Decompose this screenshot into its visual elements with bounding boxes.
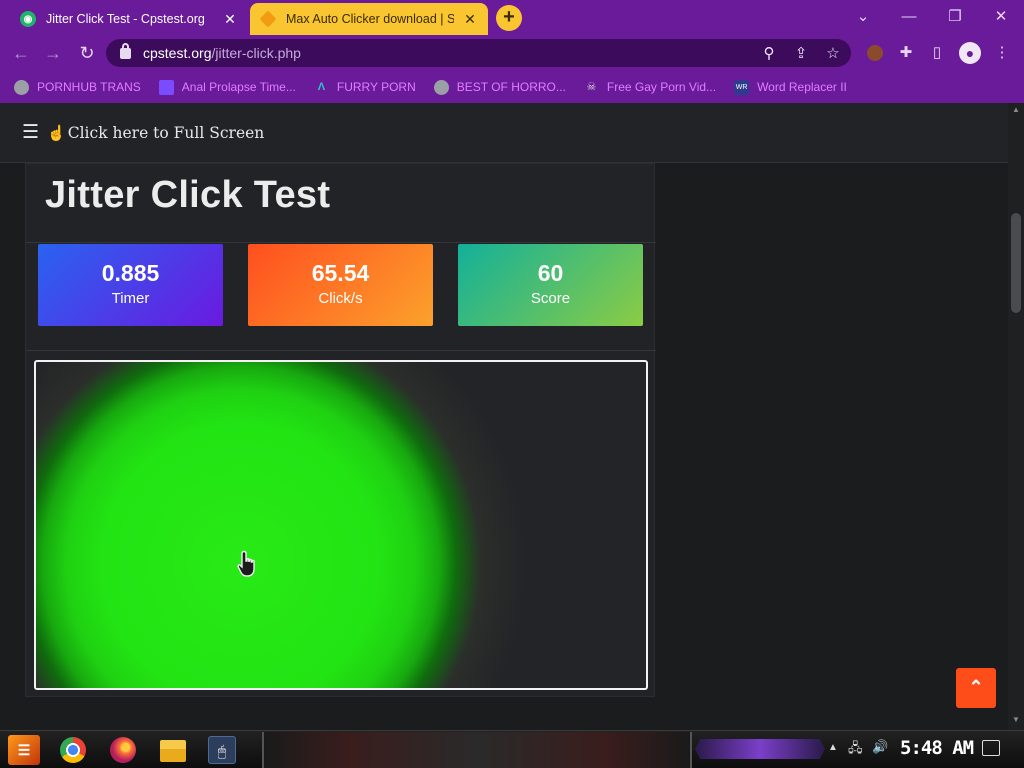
tab-strip: ◉ Jitter Click Test - Cpstest.org ✕ Max …	[0, 0, 1024, 35]
bookmark-label: PORNHUB TRANS	[37, 80, 141, 94]
timer-label: Timer	[111, 290, 150, 307]
timer-value: 0.885	[101, 260, 160, 286]
share-icon[interactable]: ⇪	[790, 43, 812, 65]
network-icon[interactable]: 🖧	[848, 739, 863, 761]
bookmarks-bar: PORNHUB TRANS Anal Prolapse Time... Λ FU…	[0, 71, 1024, 103]
bookmark-label: BEST OF HORRO...	[456, 80, 566, 94]
auto-clicker-taskbar-icon[interactable]: 🖱	[208, 736, 236, 764]
scroll-to-top-button[interactable]: ⌃	[956, 668, 996, 708]
cps-value: 65.54	[311, 260, 370, 286]
firefox-taskbar-icon[interactable]	[110, 737, 136, 763]
bookmark-item[interactable]: Anal Prolapse Time...	[158, 79, 296, 95]
bookmark-item[interactable]: WR Word Replacer II	[734, 79, 847, 95]
windows-taskbar: ☰ 🖱 ▲ 🖧 🔊 5:48 AM	[0, 730, 1024, 768]
test-card: Jitter Click Test 0.885 Timer 65.54 Clic…	[25, 163, 656, 697]
bookmark-label: Free Gay Porn Vid...	[606, 80, 717, 94]
tab-close-icon[interactable]: ✕	[222, 11, 238, 28]
wr-icon: WR	[734, 79, 750, 95]
tray-overflow-chevron-icon[interactable]: ▲	[828, 742, 838, 753]
extension-avatar-icon[interactable]	[867, 45, 883, 61]
search-icon[interactable]: ⚲	[758, 43, 780, 65]
address-bar[interactable]: cpstest.org/jitter-click.php ⚲ ⇪ ☆	[106, 39, 851, 67]
sourceforge-favicon-icon	[259, 10, 277, 28]
site-header: ☰ ☝ Click here to Full Screen	[0, 103, 1008, 163]
bookmark-item[interactable]: PORNHUB TRANS	[14, 79, 141, 95]
bookmark-label: Word Replacer II	[757, 80, 847, 94]
globe-icon	[433, 79, 449, 95]
menu-kebab-icon[interactable]: ⋮	[991, 42, 1013, 64]
tab-search-chevron-icon[interactable]: ⌄	[840, 4, 886, 30]
bookmark-item[interactable]: Λ FURRY PORN	[314, 80, 416, 95]
page-title: Jitter Click Test	[45, 174, 331, 216]
cps-label: Click/s	[318, 290, 363, 307]
click-area[interactable]	[34, 360, 648, 690]
volume-icon[interactable]: 🔊	[872, 739, 888, 755]
chrome-taskbar-icon[interactable]	[60, 737, 86, 763]
scroll-down-arrow-icon[interactable]: ▼	[1008, 713, 1024, 727]
fullscreen-text: Click here to Full Screen	[67, 123, 265, 142]
tab-max-auto-clicker[interactable]: Max Auto Clicker download | S ✕	[250, 3, 488, 35]
score-label: Score	[530, 290, 571, 307]
side-panel-icon[interactable]: ▯	[926, 42, 948, 64]
score-value: 60	[537, 260, 564, 286]
bookmark-icon	[158, 79, 174, 95]
notifications-icon[interactable]	[982, 740, 1000, 756]
tab-close-icon[interactable]: ✕	[462, 11, 478, 28]
scrollbar-thumb[interactable]	[1011, 213, 1021, 313]
page-content: ☰ ☝ Click here to Full Screen Jitter Cli…	[0, 103, 1008, 730]
lambda-icon: Λ	[317, 80, 326, 93]
bookmark-item[interactable]: BEST OF HORRO...	[433, 79, 566, 95]
file-explorer-taskbar-icon[interactable]	[160, 740, 186, 762]
back-button[interactable]: ←	[8, 41, 34, 65]
skull-icon: ☠	[586, 80, 597, 93]
browser-toolbar: ← → ↻ cpstest.org/jitter-click.php ⚲ ⇪ ☆…	[0, 35, 1024, 71]
clicks-per-second-stat: 65.54 Click/s	[248, 244, 433, 326]
score-stat: 60 Score	[458, 244, 643, 326]
tab-jitter-click-test[interactable]: ◉ Jitter Click Test - Cpstest.org ✕	[10, 3, 248, 35]
url-path: /jitter-click.php	[211, 45, 301, 61]
reload-button[interactable]: ↻	[74, 41, 100, 65]
bookmark-label: Anal Prolapse Time...	[181, 80, 296, 94]
start-button[interactable]: ☰	[8, 735, 40, 765]
scroll-up-arrow-icon[interactable]: ▲	[1008, 103, 1024, 117]
profile-avatar-icon[interactable]: ●	[959, 42, 981, 64]
pointing-hand-icon: ☝	[47, 123, 66, 142]
globe-icon	[14, 79, 29, 95]
extensions-puzzle-icon[interactable]: ✚	[895, 42, 917, 64]
forward-button[interactable]: →	[40, 41, 66, 65]
click-ripple-effect	[36, 362, 646, 688]
divider	[26, 242, 656, 243]
new-tab-button[interactable]: +	[496, 5, 522, 31]
restore-button[interactable]: ❐	[932, 4, 978, 30]
cpstest-favicon-icon: ◉	[20, 11, 36, 27]
tab-title: Jitter Click Test - Cpstest.org	[46, 12, 205, 26]
bookmark-star-icon[interactable]: ☆	[822, 43, 844, 65]
timer-stat: 0.885 Timer	[38, 244, 223, 326]
page-scrollbar[interactable]: ▲ ▼	[1008, 103, 1024, 730]
bookmark-item[interactable]: ☠ Free Gay Porn Vid...	[584, 80, 716, 95]
hamburger-menu-icon[interactable]: ☰	[22, 121, 39, 144]
taskbar-skin-panel	[262, 732, 692, 768]
tab-title: Max Auto Clicker download | S	[286, 12, 454, 26]
taskbar-clock[interactable]: 5:48 AM	[900, 737, 974, 759]
close-window-button[interactable]: ✕	[978, 4, 1024, 30]
minimize-button[interactable]: —	[886, 4, 932, 30]
divider	[26, 350, 656, 351]
taskbar-skin-ornament	[695, 739, 825, 759]
lock-icon[interactable]	[120, 42, 131, 59]
bookmark-label: FURRY PORN	[336, 80, 416, 94]
url-host: cpstest.org	[143, 45, 212, 61]
fullscreen-link[interactable]: ☝ Click here to Full Screen	[47, 124, 264, 142]
hand-cursor-icon	[237, 550, 255, 577]
